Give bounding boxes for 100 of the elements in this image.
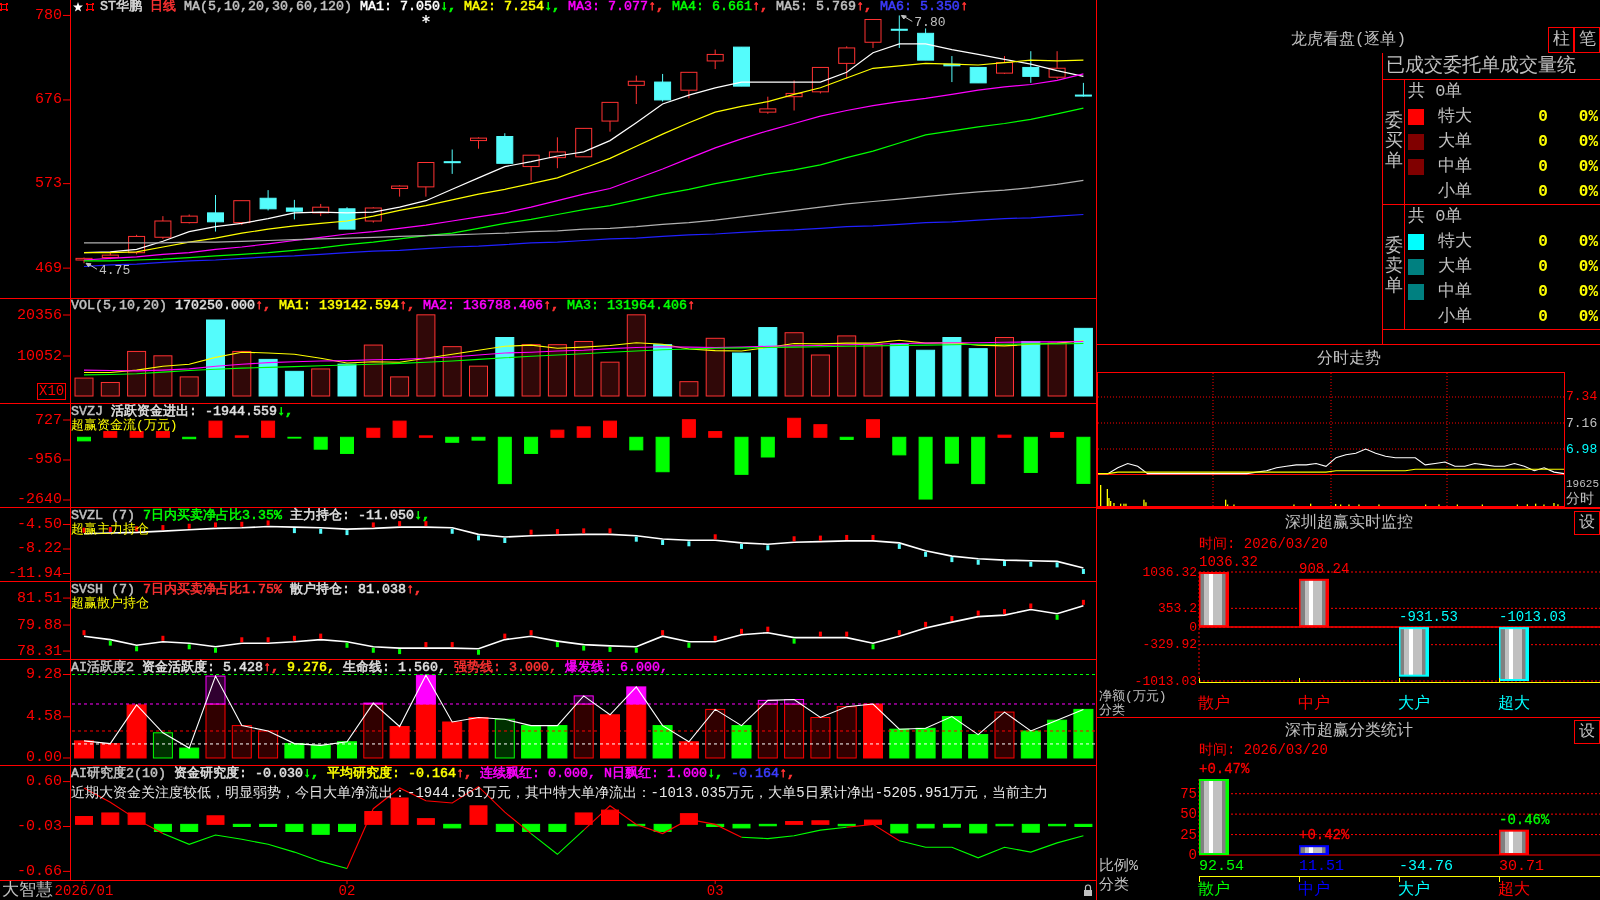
axis-label: 78.31 [17,642,62,659]
order-size-label: 特大 [1438,232,1472,253]
count-value: 0 [1538,257,1548,277]
indicator-label: MA(5,10,20,30,60,120) [184,0,352,14]
count-value: 0 [1538,306,1548,327]
axis-title: 分类 [1099,702,1125,717]
trend-arrow: ↑, [751,0,768,14]
category-label: 大户 [1398,695,1430,713]
candlestick [312,203,330,217]
view-toggle-button[interactable]: 柱 [1548,27,1574,53]
indicator-label: 7日内买卖净占比3.35% [143,509,282,523]
candlestick [627,75,645,105]
trend-arrow: ↑, [456,767,472,781]
axis-label: 75 [1180,785,1197,802]
indicator-label: MA3: 7.077 [567,0,648,14]
candlestick [996,55,1013,75]
trend-arrow: ↑, [542,299,559,313]
data-label: -931.53 [1399,609,1458,626]
timestamp-label: 时间: 2026/03/20 [1199,537,1328,552]
candlestick [917,27,935,61]
order-size-label: 特大 [1438,107,1472,128]
date-label: 03 [706,883,724,899]
count-value: 0 [1538,156,1548,177]
candlestick [1022,50,1040,84]
group-label: 委买单 [1384,112,1403,172]
axis-label: -2640 [17,491,62,507]
axis-label: 10052 [17,347,62,365]
value-label: -34.76 [1399,857,1453,875]
indicator-label: SVZL (7) [71,509,135,523]
date-label: 02 [338,883,356,899]
indicator-label: SVSH (7) [71,583,135,597]
trend-arrow: ↓, [439,0,456,14]
change-label: +0.47% [1199,761,1250,777]
axis-label: -956 [26,451,62,469]
indicator-subtitle: 超赢散户持仓 [71,597,149,611]
total-label: 共 0单 [1408,207,1463,228]
indicator-label: MA3: 131964.406 [566,299,687,313]
indicator-label: SVZJ [71,405,103,419]
indicator-label: 活跃资金进出: -1944.559 [111,405,277,419]
order-size-label: 中单 [1438,281,1472,302]
category-label: 散户 [1198,695,1230,713]
candlestick [575,127,593,158]
axis-label: -8.22 [17,540,62,558]
axis-label: 81.51 [17,589,62,607]
candlestick [864,19,882,49]
indicator-label: -0.164 [731,767,779,781]
settings-button[interactable]: 设 [1574,720,1600,744]
data-label: 1036.32 [1199,554,1258,570]
axis-label: 20356 [17,306,62,324]
axis-label: 25 [1180,826,1197,843]
candlestick [680,71,698,99]
axis-label: -4.50 [17,515,62,533]
percent-value: 0% [1578,156,1598,177]
indicator-label: AI活跃度2 [71,661,134,675]
percent-value: 0% [1578,306,1598,327]
candlestick [391,184,409,198]
candlestick [180,214,198,224]
indicator-label: 资金活跃度: 5.428 [142,661,263,675]
date-label: 2026/01 [54,883,114,899]
axis-label: 6.98 [1566,441,1598,457]
order-size-label: 大单 [1438,257,1472,277]
panel-title: 深市超赢分类统计 [1284,722,1413,740]
axis-label: 676 [35,91,62,109]
settings-button[interactable]: 设 [1574,511,1600,535]
indicator-label: MA6: 5.350 [879,0,960,14]
group-label: 委卖单 [1384,237,1403,297]
candlestick [943,55,961,83]
axis-label: 0 [1189,619,1197,635]
axis-label: 50 [1180,806,1197,823]
indicator-label: AI研究度2(10) [71,767,166,781]
axis-label: 0.00 [26,749,62,765]
candlestick [548,136,566,169]
candlestick [522,154,540,182]
indicator-label: MA2: 7.254 [463,0,544,14]
candlestick [706,49,724,70]
indicator-label: MA1: 139142.594 [278,299,399,313]
candlestick [259,189,277,211]
indicator-label: 资金研究度: -0.030 [174,767,303,781]
trend-arrow: ↑, [406,583,422,597]
indicator-label: VOL(5,10,20) [71,299,167,313]
indicator-label: 7日内买卖净占比1.75% [143,583,282,597]
candlestick [733,46,750,87]
candlestick [496,132,514,164]
candlestick [654,73,672,103]
count-value: 0 [1538,232,1548,253]
axis-label: -0.03 [17,818,62,835]
trend-arrow: ↑ [686,299,695,313]
candlestick [890,14,908,49]
view-toggle-button[interactable]: 笔 [1574,27,1600,53]
axis-label: 4.58 [26,708,62,726]
axis-title: 分时 [1566,491,1594,507]
trend-arrow: ↓, [277,405,293,419]
value-label: 92.54 [1199,857,1244,875]
axis-label: 9.28 [26,666,62,683]
axis-label: -11.94 [8,565,62,581]
percent-value: 0% [1578,232,1598,253]
indicator-label: N日飘红: 1.000 [604,767,707,781]
category-label: 超大 [1498,695,1530,713]
square-marker-icon [86,3,94,11]
candlestick [233,200,251,226]
